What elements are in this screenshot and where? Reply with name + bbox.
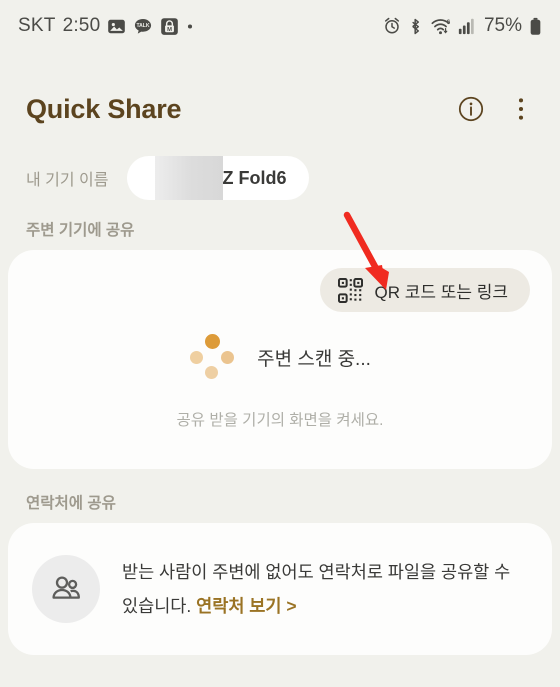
status-bar: SKT 2:50 TALK M 6 75% — [0, 0, 560, 52]
contacts-description: 받는 사람이 주변에 없어도 연락처로 파일을 공유할 수 있습니다. 연락처 … — [122, 555, 526, 623]
svg-text:6: 6 — [447, 19, 451, 26]
bluetooth-icon — [412, 18, 419, 34]
view-contacts-link[interactable]: 연락처 보기 > — [196, 596, 296, 616]
app-header: Quick Share — [0, 78, 560, 140]
qr-code-icon — [338, 277, 364, 303]
svg-text:M: M — [167, 26, 172, 32]
status-carrier-label: SKT — [18, 15, 56, 36]
scanning-spinner-icon — [189, 334, 235, 380]
device-name-chip[interactable]: Z Fold6 — [126, 156, 309, 200]
info-button[interactable] — [454, 92, 488, 126]
device-name-value: Z Fold6 — [222, 167, 287, 188]
contacts-description-text: 받는 사람이 주변에 없어도 연락처로 파일을 공유할 수 있습니다. — [122, 562, 511, 616]
alarm-icon — [384, 17, 400, 34]
page-title: Quick Share — [26, 93, 182, 124]
device-name-row: 내 기기 이름 Z Fold6 — [0, 156, 560, 200]
battery-icon — [530, 17, 541, 35]
dot-icon — [188, 23, 193, 29]
contacts-section-label: 연락처에 공유 — [26, 495, 116, 512]
overflow-menu-button[interactable] — [504, 92, 538, 126]
wifi-6-icon: 6 — [431, 19, 451, 35]
status-bar-right: 6 75% — [383, 15, 542, 37]
svg-text:TALK: TALK — [137, 22, 150, 28]
people-icon — [52, 576, 80, 599]
lock-m-icon: M — [161, 17, 179, 35]
device-name-label: 내 기기 이름 — [26, 172, 109, 189]
share-to-contacts-card[interactable]: 받는 사람이 주변에 없어도 연락처로 파일을 공유할 수 있습니다. 연락처 … — [8, 523, 552, 655]
battery-percent-label: 75% — [483, 15, 522, 36]
kakaotalk-icon: TALK — [135, 18, 152, 34]
more-vertical-icon — [518, 98, 524, 120]
qr-code-button-label: QR 코드 또는 링크 — [374, 282, 508, 302]
info-circle-icon — [458, 96, 484, 122]
nearby-section-label: 주변 기기에 공유 — [26, 222, 135, 239]
status-bar-left: SKT 2:50 TALK M — [18, 15, 194, 37]
qr-code-button[interactable]: QR 코드 또는 링크 — [320, 268, 530, 312]
image-icon — [108, 19, 126, 33]
cellular-signal-icon — [458, 18, 474, 35]
avatar — [32, 555, 100, 623]
redaction-block — [154, 156, 223, 200]
scanning-row: 주변 스캔 중... — [8, 334, 552, 380]
scanning-status-text: 주변 스캔 중... — [257, 348, 371, 370]
header-actions — [454, 92, 538, 126]
status-clock: 2:50 — [62, 15, 101, 36]
nearby-devices-card: QR 코드 또는 링크 주변 스캔 중... 공유 받을 기기의 화면을 켜세요… — [8, 250, 552, 469]
scanning-hint-text: 공유 받을 기기의 화면을 켜세요. — [176, 412, 384, 429]
qr-button-row: QR 코드 또는 링크 — [8, 250, 552, 312]
